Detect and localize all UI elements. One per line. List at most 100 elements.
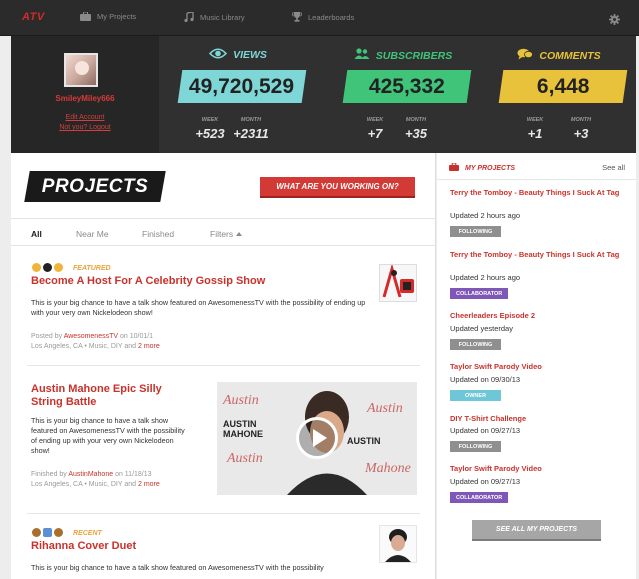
svg-text:Austin: Austin bbox=[366, 401, 403, 416]
project-title[interactable]: Austin Mahone Epic Silly String Battle bbox=[31, 383, 191, 409]
meta-location: Los Angeles, CA • Music, DIY and bbox=[31, 481, 138, 488]
recent-tag: RECENT bbox=[73, 530, 102, 537]
more-tags-link[interactable]: 2 more bbox=[138, 481, 160, 488]
nav-leaderboards[interactable]: Leaderboards bbox=[292, 12, 354, 22]
project-title[interactable]: Become A Host For A Celebrity Gossip Sho… bbox=[31, 275, 361, 288]
views-month-value: +2311 bbox=[233, 126, 269, 141]
featured-tag: FEATURED bbox=[73, 265, 111, 272]
sidebar-project-title[interactable]: Terry the Tomboy - Beauty Things I Suck … bbox=[450, 250, 625, 260]
video-thumbnail[interactable]: Austin Austin Austin Mahone AUSTIN MAHONE AUS… bbox=[217, 382, 417, 495]
project-emoji-row bbox=[32, 528, 63, 537]
app-window: ATV My Projects Music Library Leaderboar… bbox=[0, 0, 639, 579]
sidebar-project-title[interactable]: Cheerleaders Episode 2 bbox=[450, 311, 625, 321]
meta-location: Los Angeles, CA • Music, DIY and bbox=[31, 343, 138, 350]
subscribers-value: 425,332 bbox=[369, 74, 445, 98]
sidebar-project-title[interactable]: DIY T-Shirt Challenge bbox=[450, 414, 625, 424]
project-thumbnail[interactable] bbox=[379, 263, 417, 302]
views-label: VIEWS bbox=[233, 49, 267, 61]
briefcase-icon bbox=[80, 12, 91, 21]
project-emoji-row bbox=[32, 263, 63, 272]
project-description: This is your big chance to have a talk s… bbox=[31, 416, 185, 455]
trophy-icon bbox=[292, 12, 302, 22]
svg-text:AUSTIN: AUSTIN bbox=[223, 419, 257, 429]
status-badge: OWNER bbox=[450, 390, 501, 401]
project-meta-posted: Posted by AwesomenessTV on 10/01/1 bbox=[31, 332, 371, 342]
more-tags-link[interactable]: 2 more bbox=[138, 343, 160, 350]
project-meta-finished: Finished by AustinMahone on 11/18/13 bbox=[31, 470, 211, 480]
status-badge: FOLLOWING bbox=[450, 226, 501, 237]
comments-stat: COMMENTS 6,448 WEEK MONTH +1 +3 bbox=[484, 36, 634, 153]
sidebar-project-title[interactable]: Taylor Swift Parody Video bbox=[450, 362, 625, 372]
views-stat: VIEWS 49,720,529 WEEK MONTH +523 +2311 bbox=[163, 36, 313, 153]
project-title[interactable]: Rihanna Cover Duet bbox=[31, 540, 331, 553]
sidebar-title: MY PROJECTS bbox=[465, 164, 516, 172]
my-projects-sidebar: MY PROJECTS See all Terry the Tomboy - B… bbox=[437, 153, 636, 579]
meta-prefix: Posted by bbox=[31, 333, 64, 340]
users-icon bbox=[354, 48, 370, 63]
comments-month-label: MONTH bbox=[570, 117, 592, 123]
views-value: 49,720,529 bbox=[189, 74, 295, 98]
bomb-icon bbox=[43, 263, 52, 272]
face-icon bbox=[32, 263, 41, 272]
tab-all[interactable]: All bbox=[31, 229, 42, 239]
subscribers-week-value: +7 bbox=[367, 126, 383, 141]
subscribers-month-label: MONTH bbox=[405, 117, 427, 123]
edit-account-link[interactable]: Edit Account bbox=[11, 114, 159, 121]
views-month-label: MONTH bbox=[240, 117, 262, 123]
play-icon[interactable] bbox=[296, 417, 338, 459]
project-thumbnail[interactable] bbox=[379, 525, 417, 563]
tab-filters[interactable]: Filters bbox=[210, 229, 243, 239]
stats-band: SmileyMiley666 Edit Account Not you? Log… bbox=[11, 36, 636, 153]
projects-panel: PROJECTS WHAT ARE YOU WORKING ON? All Ne… bbox=[11, 153, 436, 579]
sidebar-project-updated: Updated on 09/27/13 bbox=[450, 477, 521, 486]
sidebar-header: MY PROJECTS bbox=[449, 162, 516, 173]
nav-music-library[interactable]: Music Library bbox=[184, 12, 245, 22]
sidebar-project-updated: Updated on 09/27/13 bbox=[450, 426, 521, 435]
atv-logo[interactable]: ATV bbox=[22, 11, 45, 23]
caret-up-icon bbox=[236, 232, 243, 236]
avatar[interactable] bbox=[64, 53, 98, 87]
author-link[interactable]: AustinMahone bbox=[68, 471, 113, 478]
what-are-you-working-on-button[interactable]: WHAT ARE YOU WORKING ON? bbox=[260, 177, 415, 198]
filter-tabs: All Near Me Finished Filters bbox=[11, 218, 436, 246]
sidebar-project-title[interactable]: Taylor Swift Parody Video bbox=[450, 464, 625, 474]
tab-near-me[interactable]: Near Me bbox=[76, 229, 109, 239]
username: SmileyMiley666 bbox=[55, 94, 115, 103]
nav-leaderboards-label: Leaderboards bbox=[308, 12, 355, 22]
divider bbox=[437, 179, 636, 180]
profile-panel: SmileyMiley666 Edit Account Not you? Log… bbox=[11, 36, 159, 153]
project-description: This is your big chance to have a talk s… bbox=[31, 563, 324, 572]
svg-text:Austin: Austin bbox=[226, 451, 263, 466]
views-value-box: 49,720,529 bbox=[177, 70, 307, 103]
comments-week-value: +1 bbox=[527, 126, 543, 141]
sidebar-project-updated: Updated yesterday bbox=[450, 324, 513, 333]
see-all-link[interactable]: See all bbox=[602, 163, 625, 172]
sidebar-project-title[interactable]: Terry the Tomboy - Beauty Things I Suck … bbox=[450, 188, 625, 198]
sidebar-project-updated: Updated 2 hours ago bbox=[450, 273, 521, 282]
new-badge-icon bbox=[43, 528, 52, 537]
meta-date: on 11/18/13 bbox=[113, 471, 152, 478]
svg-text:MAHONE: MAHONE bbox=[223, 429, 263, 439]
sidebar-project-updated: Updated 2 hours ago bbox=[450, 211, 521, 220]
monkey-icon bbox=[54, 528, 63, 537]
status-badge: FOLLOWING bbox=[450, 441, 501, 452]
hand-icon bbox=[54, 263, 63, 272]
meta-prefix: Finished by bbox=[31, 471, 69, 478]
views-week-value: +523 bbox=[195, 126, 225, 141]
author-link[interactable]: AwesomenessTV bbox=[64, 333, 118, 340]
tab-finished[interactable]: Finished bbox=[142, 229, 174, 239]
briefcase-icon bbox=[449, 162, 459, 173]
logout-link[interactable]: Not you? Logout bbox=[11, 124, 159, 131]
comments-label: COMMENTS bbox=[539, 49, 601, 62]
eye-icon bbox=[208, 48, 228, 62]
top-nav: ATV My Projects Music Library Leaderboar… bbox=[0, 0, 639, 36]
status-badge: FOLLOWING bbox=[450, 339, 501, 350]
svg-text:Mahone: Mahone bbox=[364, 461, 411, 476]
meta-date: on 10/01/1 bbox=[118, 333, 154, 340]
nav-my-projects[interactable]: My Projects bbox=[80, 12, 136, 21]
project-meta-location: Los Angeles, CA • Music, DIY and 2 more bbox=[31, 480, 211, 490]
gear-icon[interactable] bbox=[609, 12, 620, 30]
see-all-my-projects-button[interactable]: SEE ALL MY PROJECTS bbox=[472, 520, 601, 541]
comments-week-label: WEEK bbox=[526, 117, 544, 123]
views-week-label: WEEK bbox=[201, 117, 219, 123]
